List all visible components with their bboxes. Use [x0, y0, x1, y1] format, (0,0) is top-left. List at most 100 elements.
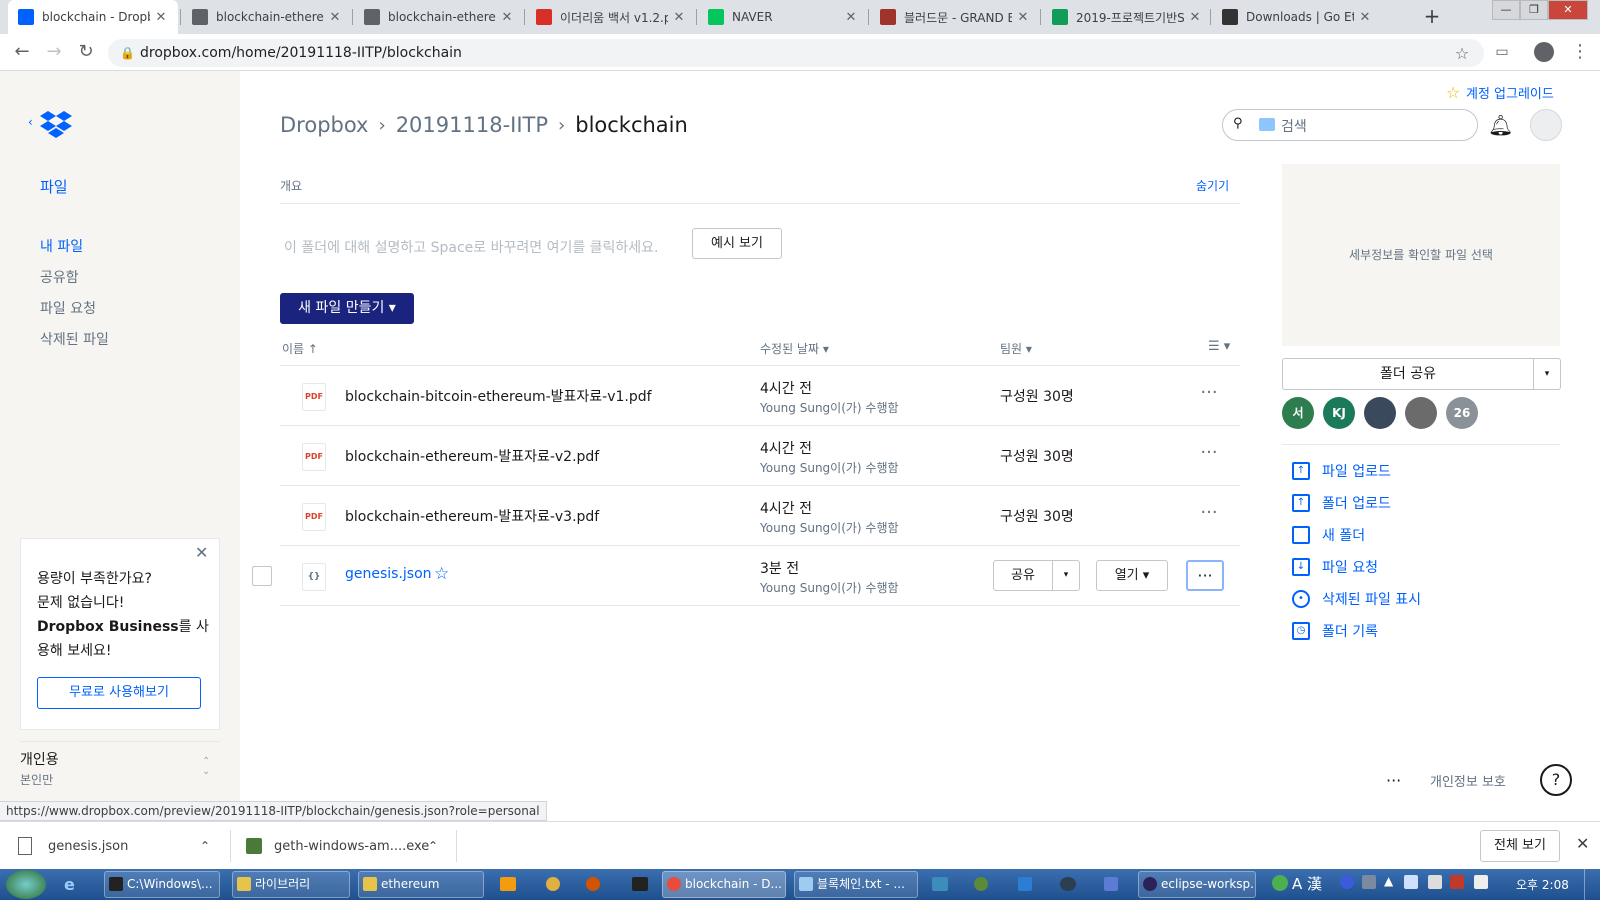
- close-tab-icon[interactable]: ✕: [1188, 10, 1202, 25]
- file-name[interactable]: genesis.json: [345, 566, 432, 582]
- notifications-bell-icon[interactable]: 🔔︎: [1488, 113, 1513, 137]
- action-new-folder[interactable]: 새 폴더: [1292, 525, 1365, 545]
- file-name[interactable]: blockchain-ethereum-발표자료-v2.pdf: [345, 446, 599, 466]
- more-options-icon[interactable]: ···: [1198, 440, 1220, 470]
- volume-icon[interactable]: [1474, 875, 1488, 889]
- upgrade-account-link[interactable]: 계정 업그레이드: [1466, 83, 1554, 102]
- member-avatar-photo[interactable]: [1405, 397, 1437, 429]
- chevron-up-icon[interactable]: ⌃: [200, 839, 210, 853]
- more-options-icon[interactable]: ···: [1198, 500, 1220, 530]
- close-window-button[interactable]: ✕: [1548, 0, 1588, 20]
- action-upload-folder[interactable]: ↑ 폴더 업로드: [1292, 493, 1391, 513]
- minimize-button[interactable]: —: [1492, 0, 1520, 20]
- share-folder-button[interactable]: 폴더 공유: [1282, 358, 1534, 390]
- table-row-hovered[interactable]: {} genesis.json ☆ 3분 전 Young Sung이(가) 수행…: [252, 546, 1240, 606]
- account-label[interactable]: 개인용: [20, 749, 59, 769]
- taskbar-item-library[interactable]: 라이브러리: [232, 871, 350, 898]
- taskbar-item-ethereum[interactable]: ethereum: [358, 871, 484, 898]
- download-item[interactable]: genesis.json ⌃: [18, 828, 218, 864]
- action-upload-files[interactable]: ↑ 파일 업로드: [1292, 461, 1391, 481]
- file-name[interactable]: blockchain-bitcoin-ethereum-발표자료-v1.pdf: [345, 386, 652, 406]
- tab-3[interactable]: blockchain-ethereum ✕: [354, 0, 524, 34]
- dropbox-logo-icon[interactable]: [40, 110, 72, 138]
- close-tab-icon[interactable]: ✕: [1358, 10, 1372, 25]
- privacy-link[interactable]: 개인정보 보호: [1430, 771, 1506, 790]
- app-icon[interactable]: [586, 877, 600, 891]
- sidebar-item-my-files[interactable]: 내 파일: [40, 236, 83, 256]
- action-show-deleted[interactable]: • 삭제된 파일 표시: [1292, 589, 1421, 609]
- clock[interactable]: 오후 2:08: [1516, 876, 1569, 893]
- new-tab-button[interactable]: +: [1420, 5, 1444, 29]
- close-tab-icon[interactable]: ✕: [154, 10, 168, 25]
- show-desktop-button[interactable]: [1584, 869, 1600, 900]
- tab-8[interactable]: Downloads | Go Eth ✕: [1212, 0, 1382, 34]
- profile-icon[interactable]: [1534, 42, 1554, 62]
- breadcrumb-dropbox[interactable]: Dropbox: [280, 113, 368, 137]
- download-item[interactable]: geth-windows-am....exe ⌃: [246, 828, 446, 864]
- more-options-icon[interactable]: ···: [1386, 771, 1401, 790]
- example-button[interactable]: 예시 보기: [692, 228, 782, 259]
- table-row[interactable]: PDF blockchain-ethereum-발표자료-v3.pdf 4시간 …: [280, 486, 1240, 546]
- tab-2[interactable]: blockchain-ethereum ✕: [182, 0, 352, 34]
- account-switch-chevron-icon[interactable]: ⌃ ⌄: [202, 757, 210, 777]
- member-avatar-photo[interactable]: [1364, 397, 1396, 429]
- r-icon[interactable]: [1104, 877, 1118, 891]
- search-input[interactable]: 검색: [1281, 116, 1307, 136]
- chrome-menu-icon[interactable]: ⋮: [1568, 40, 1592, 64]
- vscode-icon[interactable]: [1018, 877, 1032, 891]
- ie-icon[interactable]: e: [64, 875, 75, 894]
- close-tab-icon[interactable]: ✕: [500, 10, 514, 25]
- more-options-icon[interactable]: ···: [1198, 380, 1220, 410]
- taskbar-item-cmd[interactable]: C:\Windows\...: [104, 871, 220, 898]
- app-icon[interactable]: [546, 877, 560, 891]
- close-tab-icon[interactable]: ✕: [844, 10, 858, 25]
- bookmark-star-icon[interactable]: ☆: [1450, 42, 1474, 66]
- close-tab-icon[interactable]: ✕: [1016, 10, 1030, 25]
- try-free-button[interactable]: 무료로 사용해보기: [37, 677, 201, 709]
- close-tab-icon[interactable]: ✕: [672, 10, 686, 25]
- close-download-bar-icon[interactable]: ✕: [1576, 834, 1589, 853]
- tray-app-icon[interactable]: [1272, 875, 1288, 891]
- sidebar-item-file-requests[interactable]: 파일 요청: [40, 298, 96, 318]
- folder-description-field[interactable]: 이 폴더에 대해 설명하고 Space로 바꾸려면 여기를 클릭하세요.: [284, 237, 659, 257]
- share-folder-dropdown-chevron-icon[interactable]: ▾: [1533, 358, 1561, 390]
- column-header-name[interactable]: 이름 ↑: [282, 340, 318, 357]
- collapse-chevron-icon[interactable]: ‹: [28, 115, 33, 129]
- start-button[interactable]: [6, 870, 46, 899]
- open-button[interactable]: 열기 ▾: [1096, 560, 1168, 591]
- tab-1[interactable]: blockchain - Dropbox ✕: [8, 0, 178, 34]
- action-folder-history[interactable]: ◷ 폴더 기록: [1292, 621, 1378, 641]
- tab-7[interactable]: 2019-프로젝트기반S ✕: [1042, 0, 1212, 34]
- close-tab-icon[interactable]: ✕: [328, 10, 342, 25]
- network-icon[interactable]: [1428, 875, 1442, 889]
- tray-flag-icon[interactable]: [1450, 875, 1464, 889]
- new-file-button[interactable]: 새 파일 만들기 ▾: [280, 293, 414, 324]
- address-bar[interactable]: 🔒 dropbox.com/home/20191118-IITP/blockch…: [108, 39, 1484, 67]
- column-header-modified[interactable]: 수정된 날짜 ▾: [760, 340, 829, 357]
- member-avatar[interactable]: KJ: [1323, 397, 1355, 429]
- avatar[interactable]: [1530, 109, 1562, 141]
- media-player-icon[interactable]: [500, 877, 516, 891]
- more-members-badge[interactable]: 26: [1446, 397, 1478, 429]
- hide-overview-link[interactable]: 숨기기: [1196, 177, 1229, 194]
- share-button[interactable]: 공유: [993, 560, 1053, 591]
- member-avatar[interactable]: 서: [1282, 397, 1314, 429]
- taskbar-item-chrome[interactable]: blockchain - D...: [662, 871, 786, 898]
- table-row[interactable]: PDF blockchain-bitcoin-ethereum-발표자료-v1.…: [280, 366, 1240, 426]
- breadcrumb-iitp[interactable]: 20191118-IITP: [396, 113, 548, 137]
- app-icon[interactable]: [1060, 877, 1076, 891]
- app-icon[interactable]: [974, 877, 988, 891]
- tray-app-icon[interactable]: [1362, 875, 1376, 889]
- chevron-up-icon[interactable]: ⌃: [428, 839, 438, 853]
- share-dropdown-chevron-icon[interactable]: ▾: [1052, 560, 1080, 591]
- show-all-downloads-button[interactable]: 전체 보기: [1480, 830, 1560, 862]
- star-icon[interactable]: ☆: [434, 564, 449, 584]
- dropbox-tray-icon[interactable]: [1404, 875, 1418, 889]
- tray-expand-icon[interactable]: ▲: [1384, 874, 1393, 888]
- column-header-members[interactable]: 팀원 ▾: [1000, 340, 1032, 357]
- list-view-toggle-icon[interactable]: ☰ ▾: [1208, 339, 1230, 354]
- maximize-button[interactable]: ❐: [1520, 0, 1548, 20]
- help-button[interactable]: ?: [1540, 764, 1572, 796]
- tab-6[interactable]: 블러드문 - GRAND B ✕: [870, 0, 1040, 34]
- terminal-icon[interactable]: [632, 877, 648, 891]
